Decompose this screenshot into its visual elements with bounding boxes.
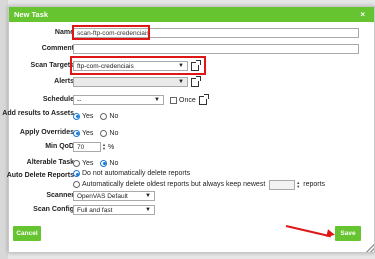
auto-delete-off-label: Do not automatically delete reports xyxy=(82,170,191,178)
schedule-label: Schedule xyxy=(42,96,74,103)
alerts-select[interactable]: ▼ xyxy=(73,77,188,87)
once-checkbox[interactable] xyxy=(170,96,177,104)
apply-overrides-row: Apply Overrides Yes No xyxy=(9,127,375,139)
chevron-down-icon: ▼ xyxy=(145,207,151,213)
reports-suffix: reports xyxy=(303,181,326,189)
min-qod-input[interactable] xyxy=(73,142,101,152)
name-label: Name xyxy=(54,29,74,36)
auto-delete-off-option[interactable]: Do not automatically delete reports xyxy=(73,170,191,178)
add-results-yes-option[interactable]: Yes xyxy=(73,112,94,120)
resize-handle[interactable] xyxy=(366,244,374,252)
schedule-row: Schedule -- ▼ Once xyxy=(9,93,375,106)
schedule-select[interactable]: -- ▼ xyxy=(73,95,164,105)
scanner-row: Scanner OpenVAS Default ▼ xyxy=(9,190,375,202)
scanner-select[interactable]: OpenVAS Default ▼ xyxy=(73,191,155,201)
auto-delete-keep-option[interactable]: Automatically delete oldest reports but … xyxy=(73,179,326,190)
scan-targets-highlight-box xyxy=(70,56,206,75)
apply-overrides-yes-radio[interactable] xyxy=(73,129,80,137)
auto-delete-row: Auto Delete Reports Do not automatically… xyxy=(7,169,375,191)
scan-config-label: Scan Config xyxy=(33,206,74,213)
comment-label: Comment xyxy=(41,45,74,52)
min-qod-label: Min QoD xyxy=(45,143,74,150)
apply-overrides-yes-label: Yes xyxy=(82,129,94,137)
new-task-dialog: New Task × Name Comment Scan Targets ftp… xyxy=(2,6,375,253)
scanner-value: OpenVAS Default xyxy=(77,192,128,200)
apply-overrides-no-radio[interactable] xyxy=(100,129,108,137)
once-label: Once xyxy=(179,96,196,104)
close-icon[interactable]: × xyxy=(360,7,365,22)
scanner-label: Scanner xyxy=(46,192,74,199)
scan-targets-label: Scan Targets xyxy=(30,62,74,69)
alterable-no-radio[interactable] xyxy=(100,159,108,167)
name-highlight-box xyxy=(72,25,150,40)
alterable-yes-option[interactable]: Yes xyxy=(73,159,94,167)
comment-row: Comment xyxy=(9,43,375,55)
scan-config-row: Scan Config Full and fast ▼ xyxy=(9,204,375,216)
auto-delete-off-radio[interactable] xyxy=(73,170,80,178)
chevron-down-icon: ▼ xyxy=(178,79,184,85)
name-row: Name xyxy=(9,27,375,39)
apply-overrides-no-label: No xyxy=(109,129,119,137)
apply-overrides-label: Apply Overrides xyxy=(19,129,74,136)
alterable-yes-radio[interactable] xyxy=(73,159,80,167)
add-results-no-label: No xyxy=(109,112,119,120)
cancel-button[interactable]: Cancel xyxy=(13,226,41,241)
add-results-yes-label: Yes xyxy=(82,112,94,120)
min-qod-spinner[interactable]: ▲ ▼ xyxy=(102,143,106,151)
alterable-row: Alterable Task Yes No xyxy=(9,157,375,169)
auto-delete-keep-radio[interactable] xyxy=(73,181,80,189)
apply-overrides-no-option[interactable]: No xyxy=(100,129,119,137)
save-button[interactable]: Save xyxy=(335,226,361,241)
apply-overrides-yes-option[interactable]: Yes xyxy=(73,129,94,137)
dialog-title: New Task xyxy=(14,10,49,19)
chevron-down-icon: ▼ xyxy=(145,193,151,199)
chevron-down-icon: ▼ xyxy=(154,97,160,103)
scan-config-select[interactable]: Full and fast ▼ xyxy=(73,205,155,215)
keep-reports-input[interactable] xyxy=(269,179,296,190)
alterable-yes-label: Yes xyxy=(82,159,94,167)
comment-input[interactable] xyxy=(73,44,359,54)
add-results-yes-radio[interactable] xyxy=(73,112,80,120)
alterable-no-option[interactable]: No xyxy=(100,159,119,167)
alterable-no-label: No xyxy=(109,159,119,167)
alerts-row: Alerts ▼ xyxy=(9,75,375,88)
alterable-label: Alterable Task xyxy=(26,159,74,166)
min-qod-unit: % xyxy=(107,143,115,151)
new-alert-icon[interactable] xyxy=(191,75,201,87)
min-qod-row: Min QoD ▲▼ % xyxy=(9,141,375,153)
add-results-no-option[interactable]: No xyxy=(100,112,119,120)
keep-reports-spinner[interactable]: ▲ ▼ xyxy=(296,180,300,189)
add-results-label: Add results to Assets xyxy=(2,110,74,117)
dialog-titlebar: New Task × xyxy=(9,7,374,22)
auto-delete-label: Auto Delete Reports xyxy=(6,172,74,179)
alerts-label: Alerts xyxy=(54,78,74,85)
auto-delete-keep-label: Automatically delete oldest reports but … xyxy=(82,181,266,189)
schedule-value: -- xyxy=(77,96,82,104)
new-schedule-icon[interactable] xyxy=(198,93,209,105)
scan-config-value: Full and fast xyxy=(77,206,113,214)
add-results-row: Add results to Assets Yes No xyxy=(2,110,375,126)
add-results-no-radio[interactable] xyxy=(100,112,108,120)
